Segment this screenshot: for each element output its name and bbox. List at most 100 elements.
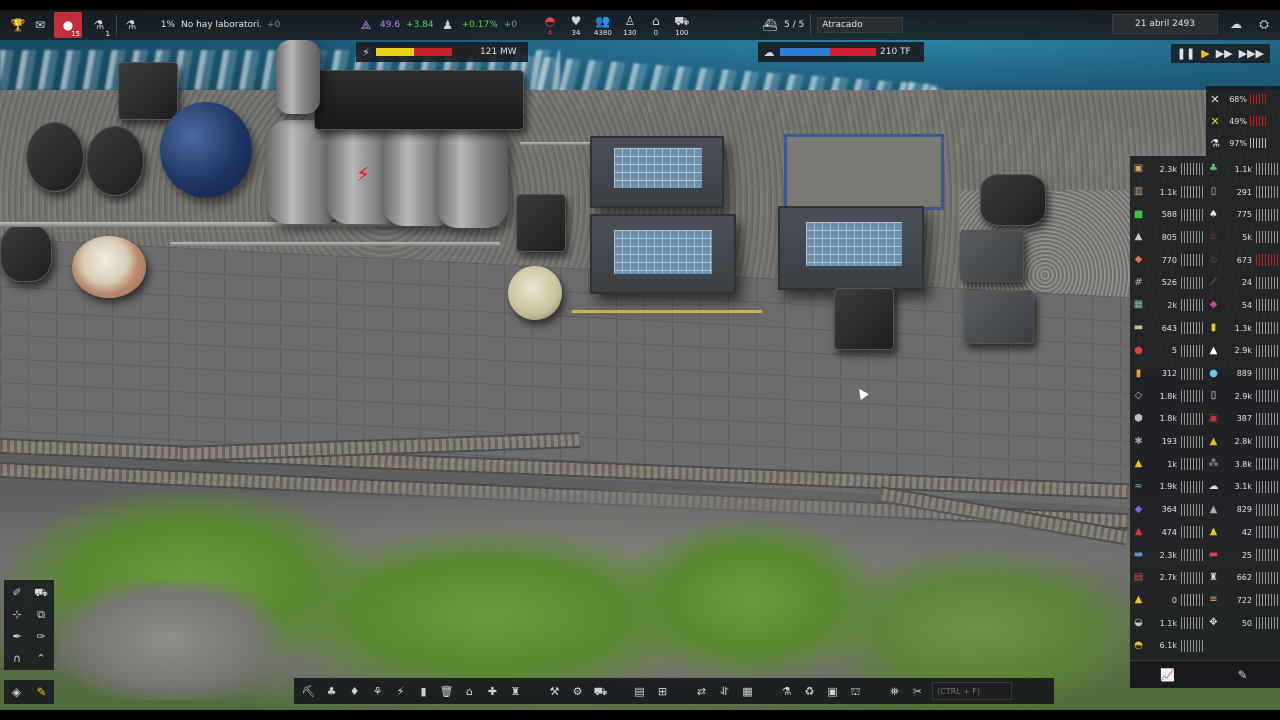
storage-tank[interactable] xyxy=(436,124,508,228)
boiler-building[interactable] xyxy=(26,122,84,192)
resource-row[interactable]: ♣ 1.1k xyxy=(1207,158,1278,181)
ship-status[interactable]: Atracado xyxy=(817,17,904,33)
copy-icon[interactable]: ⧉ xyxy=(31,605,51,623)
layers-icon[interactable]: ◈ xyxy=(9,684,25,700)
resource-row[interactable]: ⬢ 1.8k xyxy=(1132,408,1203,431)
workers-stat[interactable]: 👥 4380 xyxy=(594,13,612,37)
resource-row[interactable]: ▯ 291 xyxy=(1207,181,1278,204)
pipe-icon[interactable]: ⥯ xyxy=(716,683,733,700)
battery-icon[interactable]: ▮ xyxy=(415,683,432,700)
transformer-building[interactable] xyxy=(960,230,1024,282)
resource-row[interactable]: ♠ 775 xyxy=(1207,203,1278,226)
assembly-icon[interactable]: ⚙ xyxy=(569,683,586,700)
resource-row[interactable]: ▣ 387 xyxy=(1207,408,1278,431)
health-stat[interactable]: ♥ 34 xyxy=(568,13,584,37)
grid-icon[interactable]: ▦ xyxy=(739,683,756,700)
resource-row[interactable]: ■ 588 xyxy=(1132,203,1203,226)
resource-row[interactable]: ▲ 829 xyxy=(1207,498,1278,521)
storage-icon[interactable]: ▤ xyxy=(631,683,648,700)
lab-flask-icon[interactable]: ⚗ xyxy=(778,683,795,700)
resource-row[interactable]: ▲ 2.9k xyxy=(1207,340,1278,363)
resource-row[interactable]: ▬ 25 xyxy=(1207,544,1278,567)
bulldozer-icon[interactable]: ⛟ xyxy=(31,583,51,601)
research-queue-button[interactable]: ⚗ 1 xyxy=(88,12,110,38)
resource-row[interactable]: ◆ 364 xyxy=(1132,498,1203,521)
computer-icon[interactable]: ▣ xyxy=(824,683,841,700)
unemployed-stat[interactable]: ♙ 130 xyxy=(622,13,638,37)
storage-building[interactable] xyxy=(118,62,178,120)
resource-row[interactable]: ✥ 50 xyxy=(1207,612,1278,635)
maintenance-stat-row[interactable]: ✕ 49% xyxy=(1208,110,1278,132)
resource-row[interactable]: ● 5 xyxy=(1132,340,1203,363)
housing-icon[interactable]: ⌂ xyxy=(461,683,478,700)
unity-icon[interactable]: ⟁ xyxy=(358,17,374,33)
pump-building[interactable] xyxy=(0,224,52,282)
resource-row[interactable]: ◒ 1.1k xyxy=(1132,612,1203,635)
resource-row[interactable]: ▮ 1.3k xyxy=(1207,317,1278,340)
boiler-building[interactable] xyxy=(86,126,144,196)
housing-stat[interactable]: ⌂ 0 xyxy=(648,13,664,37)
game-viewport[interactable]: ⚡ xyxy=(0,10,1280,710)
vehicle-depot-icon[interactable]: ⛟ xyxy=(592,683,609,700)
water-pump-building[interactable] xyxy=(980,174,1046,226)
building-search-input[interactable] xyxy=(932,682,1012,700)
resource-row[interactable]: #526 xyxy=(1132,271,1203,294)
resource-row[interactable]: ⁂ 3.8k xyxy=(1207,453,1278,476)
resource-row[interactable]: ▬ 2.3k xyxy=(1132,544,1203,567)
weather-cloud-icon[interactable]: ☁ xyxy=(1228,16,1244,32)
resource-row[interactable]: ▦ 2k xyxy=(1132,294,1203,317)
factory-icon[interactable]: ⚒ xyxy=(546,683,563,700)
resource-row[interactable]: ☁ 3.1k xyxy=(1207,476,1278,499)
resource-row[interactable]: ▲ 42 xyxy=(1207,521,1278,544)
maintenance-stat-row[interactable]: ⚗ 97% xyxy=(1208,132,1278,154)
settling-tank[interactable] xyxy=(784,134,944,210)
pause-button[interactable]: ❚❚ xyxy=(1177,47,1195,60)
notifications-button[interactable]: ● 15 xyxy=(54,12,82,38)
eyedropper-icon[interactable]: ✒ xyxy=(7,627,27,645)
resource-row[interactable]: ▮ 312 xyxy=(1132,362,1203,385)
transport-icon[interactable]: ⇄ xyxy=(693,683,710,700)
gas-tank[interactable] xyxy=(276,40,320,114)
tower-icon[interactable]: ⛯ xyxy=(886,683,903,700)
transformer-building[interactable] xyxy=(964,290,1034,344)
resource-row[interactable]: ▯ 2.9k xyxy=(1207,385,1278,408)
resource-row[interactable]: ▲ 1k xyxy=(1132,453,1203,476)
pin-icon[interactable]: ✎ xyxy=(1235,667,1251,683)
resource-row[interactable]: ▲ 0 xyxy=(1132,589,1203,612)
no-power-alert-icon[interactable]: ⚡ xyxy=(356,162,370,186)
select-icon[interactable]: ⊹ xyxy=(7,605,27,623)
vehicles-stat[interactable]: ⛟ 100 xyxy=(674,13,690,37)
resource-row[interactable]: ◆ 54 xyxy=(1207,294,1278,317)
play-button[interactable]: ▶ xyxy=(1201,47,1209,60)
chevrons-up-icon[interactable]: ⌃ xyxy=(31,649,51,667)
silo-building[interactable] xyxy=(508,266,562,320)
edit-icon[interactable]: ✎ xyxy=(34,684,50,700)
resource-row[interactable]: ● 889 xyxy=(1207,362,1278,385)
fast-forward-button[interactable]: ▶▶ xyxy=(1216,47,1233,60)
crusher-building[interactable] xyxy=(516,194,566,252)
chart-icon[interactable]: 📈 xyxy=(1160,667,1176,683)
blue-fluid-tank[interactable] xyxy=(160,102,252,198)
resource-row[interactable]: ♜ 662 xyxy=(1207,566,1278,589)
resource-row[interactable]: ⟋ 24 xyxy=(1207,271,1278,294)
resource-row[interactable]: ▤ 2.7k xyxy=(1132,566,1203,589)
resource-row[interactable]: ◇ 1.8k xyxy=(1132,385,1203,408)
monument-icon[interactable]: ♜ xyxy=(507,683,524,700)
resource-row[interactable]: ≡ 722 xyxy=(1207,589,1278,612)
conveyor-icon[interactable]: ⊞ xyxy=(654,683,671,700)
tools-icon[interactable]: ✂ xyxy=(909,683,926,700)
resource-row[interactable]: ▲ 474 xyxy=(1132,521,1203,544)
resource-row[interactable]: ▣ 2.3k xyxy=(1132,158,1203,181)
recycle-icon[interactable]: ♻ xyxy=(801,683,818,700)
resource-row[interactable]: ◓ 6.1k xyxy=(1132,634,1203,657)
trophy-icon[interactable]: 🏆 xyxy=(10,17,26,33)
computing-bar[interactable]: ☁ 210 TF xyxy=(758,42,924,62)
trash-icon[interactable]: 🗑 xyxy=(438,683,455,700)
resource-row[interactable]: ◆ 770 xyxy=(1132,249,1203,272)
excavator-icon[interactable]: ⛏ xyxy=(300,683,317,700)
paint-icon[interactable]: ✑ xyxy=(31,627,51,645)
resource-row[interactable]: ✱ 193 xyxy=(1132,430,1203,453)
settings-icon[interactable]: ⛭ xyxy=(1256,16,1272,32)
power-icon[interactable]: ⚡ xyxy=(392,683,409,700)
food-stat[interactable]: ◓ 4 xyxy=(542,13,558,37)
